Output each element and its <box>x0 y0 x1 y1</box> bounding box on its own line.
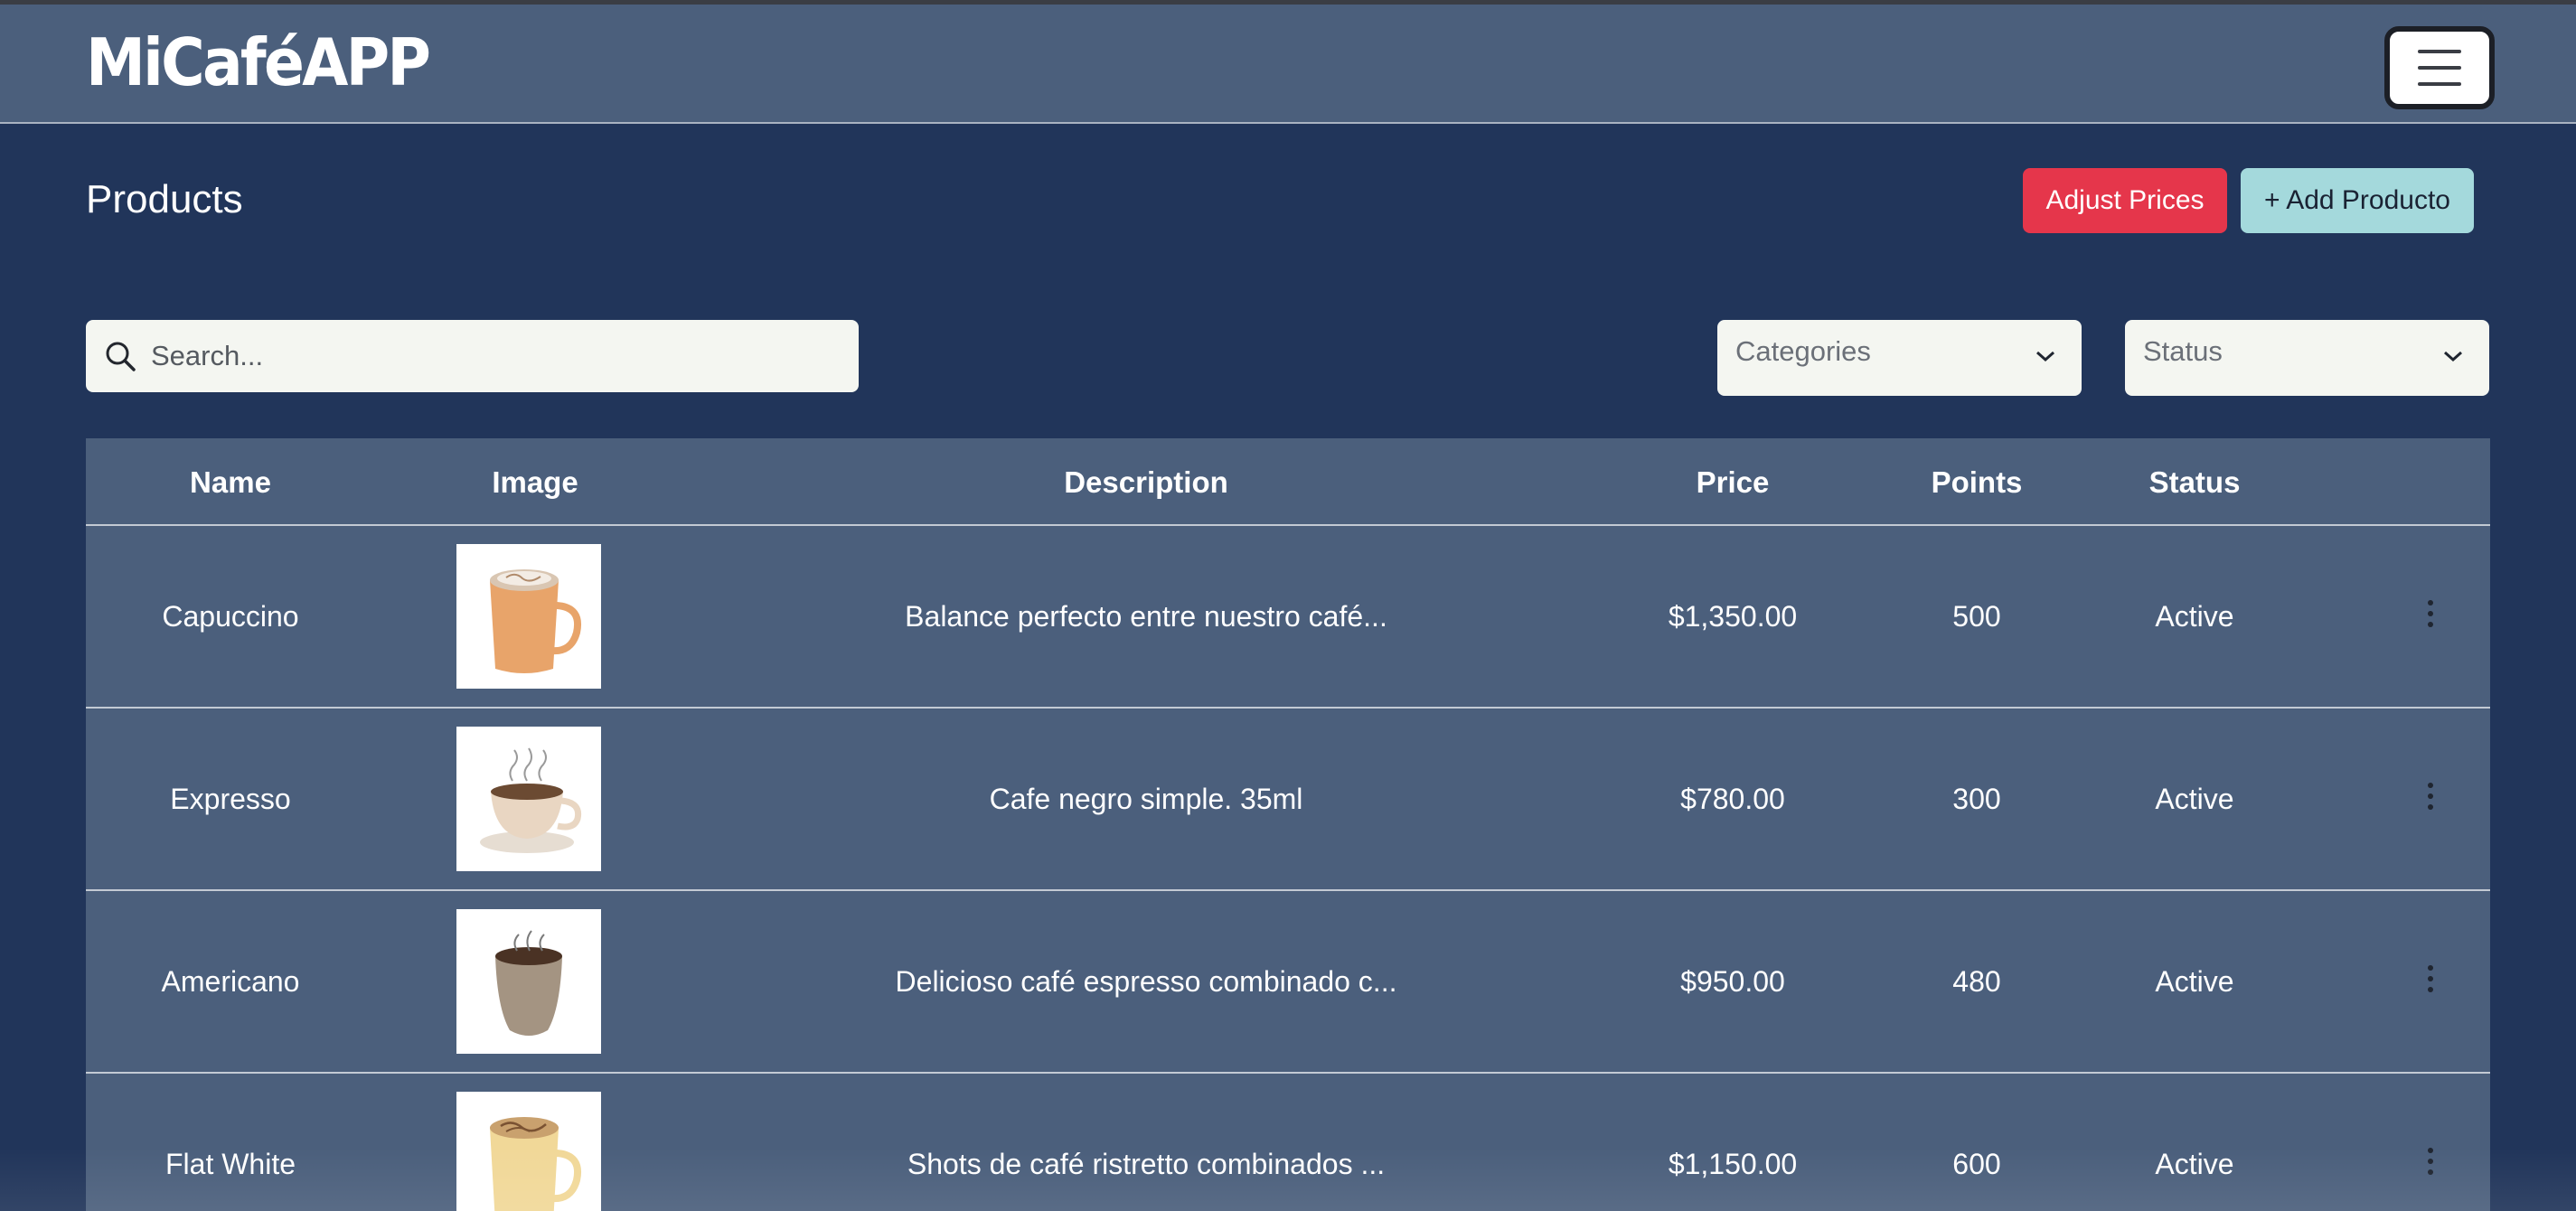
categories-select[interactable]: Categories <box>1717 320 2082 396</box>
products-table: Name Image Description Price Points Stat… <box>86 438 2490 1211</box>
product-price: $1,150.00 <box>1668 1148 1798 1180</box>
table-row[interactable]: Americano Delicioso café espresso combin… <box>86 891 2490 1074</box>
adjust-prices-button[interactable]: Adjust Prices <box>2023 168 2227 233</box>
page-title: Products <box>86 177 243 221</box>
table-row[interactable]: Capuccino Balance perfecto entre nuestro… <box>86 526 2490 709</box>
menu-toggle-button[interactable] <box>2384 26 2495 109</box>
product-description: Cafe negro simple. 35ml <box>989 783 1303 815</box>
americano-cup-icon <box>495 930 562 1036</box>
product-points: 600 <box>1952 1148 2001 1180</box>
product-status: Active <box>2155 600 2234 633</box>
table-row[interactable]: Flat White Shots de café ristretto combi… <box>86 1074 2490 1211</box>
product-image <box>456 1092 601 1211</box>
status-select-label: Status <box>2143 335 2223 367</box>
flat-white-mug-icon <box>490 1117 581 1211</box>
product-price: $950.00 <box>1680 965 1785 998</box>
header-description: Description <box>1064 465 1228 499</box>
product-points: 300 <box>1952 783 2001 815</box>
hamburger-menu-icon-bar <box>2418 66 2461 70</box>
search-icon <box>106 342 136 371</box>
header-status[interactable]: Status <box>2149 465 2241 500</box>
product-image <box>456 727 601 871</box>
categories-select-label: Categories <box>1735 335 1871 367</box>
product-status: Active <box>2155 783 2234 815</box>
row-actions-kebab-icon[interactable] <box>2425 1148 2436 1180</box>
cappuccino-mug-icon <box>490 569 581 673</box>
product-points: 500 <box>1952 600 2001 633</box>
header-image: Image <box>492 465 578 499</box>
product-price: $780.00 <box>1680 783 1785 815</box>
hamburger-menu-icon-bar <box>2418 82 2461 86</box>
product-name: Americano <box>161 965 300 998</box>
header-points[interactable]: Points <box>1932 465 2023 500</box>
row-actions-kebab-icon[interactable] <box>2425 965 2436 998</box>
product-points: 480 <box>1952 965 2001 998</box>
table-row[interactable]: Expresso Cafe negro simple. 35ml $780.00… <box>86 709 2490 891</box>
product-image <box>456 909 601 1054</box>
product-image <box>456 544 601 689</box>
product-description: Balance perfecto entre nuestro café... <box>905 600 1387 633</box>
row-actions-kebab-icon[interactable] <box>2425 600 2436 633</box>
product-name: Capuccino <box>162 600 299 633</box>
product-description: Delicioso café espresso combinado c... <box>895 965 1397 998</box>
add-product-button[interactable]: + Add Producto <box>2241 168 2474 233</box>
brand-logo[interactable]: MiCaféAPP <box>86 24 431 100</box>
status-select[interactable]: Status <box>2125 320 2489 396</box>
header-name[interactable]: Name <box>190 465 271 500</box>
header-price[interactable]: Price <box>1697 465 1770 500</box>
product-name: Expresso <box>170 783 291 815</box>
table-header: Name Image Description Price Points Stat… <box>86 438 2490 526</box>
navbar: MiCaféAPP <box>0 5 2576 124</box>
product-price: $1,350.00 <box>1668 600 1798 633</box>
product-status: Active <box>2155 965 2234 998</box>
product-status: Active <box>2155 1148 2234 1180</box>
hamburger-menu-icon <box>2418 50 2461 53</box>
chevron-down-icon <box>2444 351 2462 362</box>
product-description: Shots de café ristretto combinados ... <box>907 1148 1386 1180</box>
chevron-down-icon <box>2036 351 2054 362</box>
espresso-cup-icon <box>480 747 582 853</box>
row-actions-kebab-icon[interactable] <box>2425 783 2436 815</box>
product-name: Flat White <box>165 1148 296 1180</box>
search-input[interactable] <box>151 320 838 392</box>
search-box[interactable] <box>86 320 859 392</box>
